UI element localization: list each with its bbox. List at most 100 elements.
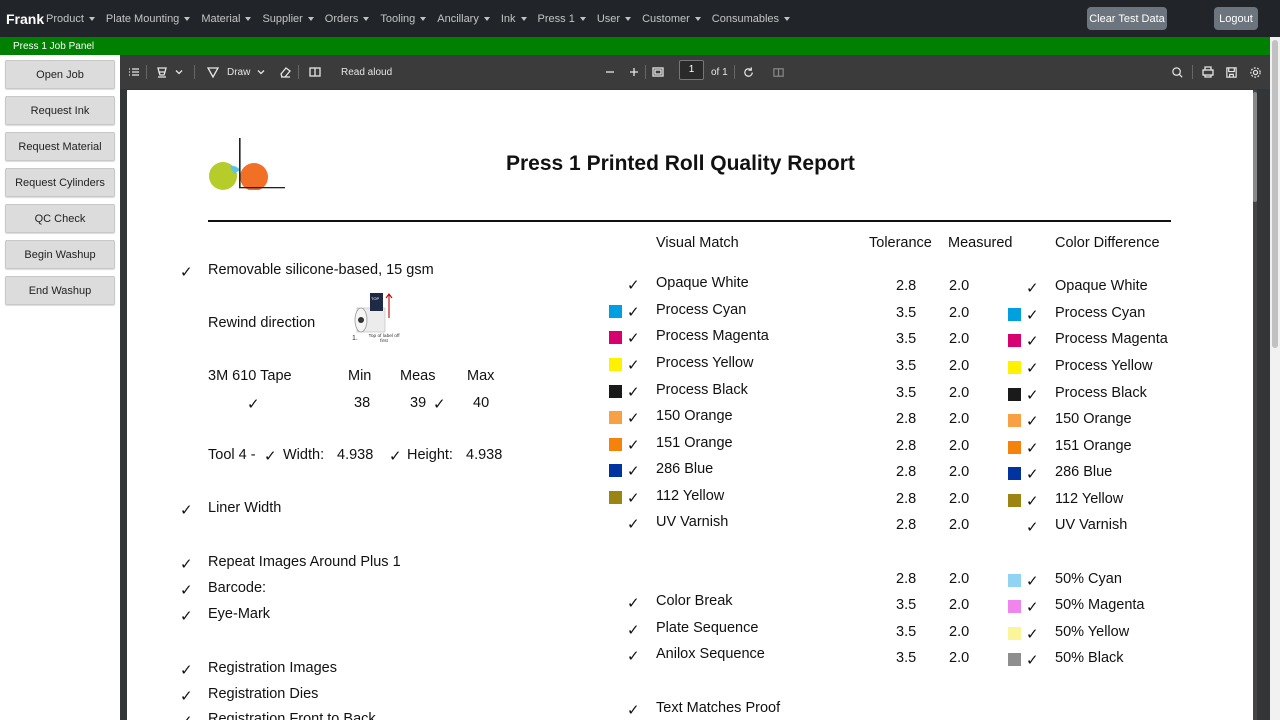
caret-down-icon	[483, 16, 490, 21]
chevron-down-icon[interactable]	[257, 55, 265, 89]
check-mark: ✓	[1026, 280, 1039, 297]
tint-name: 50% Magenta	[1055, 597, 1145, 613]
nav-item-product[interactable]: Product	[46, 13, 95, 25]
color-swatch	[609, 438, 622, 451]
check-mark: ✓	[627, 490, 640, 507]
check-mark: ✓	[627, 384, 640, 401]
toolbar-divider	[734, 65, 735, 79]
measured-value: 2.0	[949, 464, 970, 480]
company-logo	[209, 138, 285, 190]
end-washup-button[interactable]: End Washup	[5, 276, 115, 305]
nav-item-press-1[interactable]: Press 1	[538, 13, 586, 25]
pdf-scrollbar-thumb[interactable]	[1253, 92, 1257, 202]
nav-item-tooling[interactable]: Tooling	[380, 13, 427, 25]
color-swatch	[609, 411, 622, 424]
tolerance-value: 3.5	[896, 597, 917, 613]
check-mark: ✓	[180, 662, 193, 679]
visual-match-name: Process Yellow	[656, 355, 754, 371]
check-mark: ✓	[180, 264, 193, 281]
check-mark: ✓	[180, 556, 193, 573]
zoom-out-icon[interactable]	[604, 55, 616, 89]
title-rule	[208, 220, 1171, 222]
request-ink-button[interactable]: Request Ink	[5, 96, 115, 125]
zoom-in-icon[interactable]	[628, 55, 640, 89]
color-swatch	[1008, 574, 1021, 587]
caret-down-icon	[307, 16, 314, 21]
page-view-icon[interactable]	[772, 55, 785, 89]
nav-item-ink[interactable]: Ink	[501, 13, 527, 25]
brand-logo[interactable]: Frank	[0, 11, 46, 27]
window-scrollbar-thumb[interactable]	[1272, 40, 1278, 348]
color-difference-name: Process Yellow	[1055, 358, 1153, 374]
qc-check-button[interactable]: QC Check	[5, 204, 115, 233]
print-icon[interactable]	[1201, 55, 1215, 89]
draw-label[interactable]: Draw	[227, 55, 250, 89]
check-mark: ✓	[627, 304, 640, 321]
color-swatch	[1008, 653, 1021, 666]
visual-match-header: Visual Match	[656, 235, 739, 251]
check-mark: ✓	[1026, 307, 1039, 324]
search-icon[interactable]	[1171, 55, 1184, 89]
color-swatch	[1008, 467, 1021, 480]
nav-item-plate-mounting[interactable]: Plate Mounting	[106, 13, 191, 25]
liner-width-label: Liner Width	[208, 500, 282, 516]
color-swatch	[1008, 388, 1021, 401]
fit-page-icon[interactable]	[651, 55, 665, 89]
chevron-down-icon[interactable]	[175, 55, 183, 89]
open-job-button[interactable]: Open Job	[5, 60, 115, 89]
check-mark: ✓	[627, 516, 640, 533]
rewind-fig-caption: Top of label off first	[368, 334, 400, 344]
view-mode-icon[interactable]	[308, 55, 322, 89]
check-mark: ✓	[1026, 652, 1039, 669]
visual-match-name: 150 Orange	[656, 408, 733, 424]
visual-match-name: 112 Yellow	[656, 488, 725, 504]
toolbar-divider	[146, 65, 147, 79]
color-swatch	[609, 491, 622, 504]
save-icon[interactable]	[1225, 55, 1238, 89]
draw-icon[interactable]	[206, 55, 220, 89]
highlight-icon[interactable]	[155, 55, 169, 89]
page-number-input[interactable]: 1	[679, 60, 704, 80]
clear-test-data-button[interactable]: Clear Test Data	[1087, 7, 1167, 30]
nav-menu: Product Plate Mounting Material Supplier…	[46, 13, 801, 25]
tape-meas-value: 39	[410, 395, 427, 411]
tool-height-label: Height:	[407, 447, 453, 463]
color-difference-name: Process Magenta	[1055, 331, 1168, 347]
tint-name: 50% Black	[1055, 650, 1124, 666]
tolerance-value: 2.8	[896, 278, 917, 294]
check-mark: ✓	[1026, 599, 1039, 616]
caret-down-icon	[579, 16, 586, 21]
measured-value: 2.0	[949, 650, 970, 666]
nav-item-material[interactable]: Material	[201, 13, 252, 25]
color-swatch	[1008, 334, 1021, 347]
begin-washup-button[interactable]: Begin Washup	[5, 240, 115, 269]
contents-icon[interactable]	[127, 55, 141, 89]
check-mark: ✓	[1026, 626, 1039, 643]
request-cylinders-button[interactable]: Request Cylinders	[5, 168, 115, 197]
nav-item-ancillary[interactable]: Ancillary	[437, 13, 490, 25]
nav-item-customer[interactable]: Customer	[642, 13, 701, 25]
read-aloud-button[interactable]: Read aloud	[341, 55, 392, 89]
nav-item-orders[interactable]: Orders	[325, 13, 370, 25]
caret-down-icon	[625, 16, 632, 21]
check-mark: ✓	[1026, 466, 1039, 483]
color-swatch	[609, 331, 622, 344]
eraser-icon[interactable]	[278, 55, 292, 89]
color-swatch	[609, 385, 622, 398]
tool-width-label: Width:	[283, 447, 325, 463]
logout-button[interactable]: Logout	[1214, 7, 1258, 30]
pdf-page: Press 1 Printed Roll Quality Report ✓ Re…	[127, 90, 1253, 720]
rewind-fig-tag: TOP	[371, 296, 379, 301]
page-total: of 1	[711, 66, 728, 78]
check-mark: ✓	[1026, 413, 1039, 430]
measured-header: Measured	[948, 235, 1013, 251]
caret-down-icon	[520, 16, 527, 21]
nav-item-consumables[interactable]: Consumables	[712, 13, 791, 25]
tolerance-value: 3.5	[896, 358, 917, 374]
settings-gear-icon[interactable]	[1249, 55, 1262, 89]
rotate-icon[interactable]	[742, 55, 755, 89]
request-material-button[interactable]: Request Material	[5, 132, 115, 161]
nav-item-user[interactable]: User	[597, 13, 632, 25]
tape-min-value: 38	[354, 395, 371, 411]
nav-item-supplier[interactable]: Supplier	[262, 13, 314, 25]
